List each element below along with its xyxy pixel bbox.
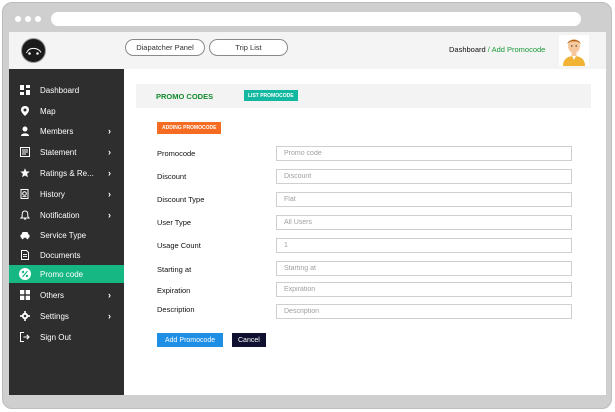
- document-icon: [19, 249, 31, 261]
- percent-icon: [19, 268, 31, 280]
- user-type-label: User Type: [157, 218, 192, 227]
- dashboard-icon: [19, 84, 31, 96]
- cancel-button[interactable]: Cancel: [232, 333, 266, 347]
- sidebar-item-dashboard[interactable]: Dashboard: [9, 81, 124, 99]
- sidebar-item-label: Members: [40, 126, 74, 136]
- page-title: PROMO CODES: [156, 92, 214, 101]
- discount-type-select[interactable]: [276, 192, 572, 207]
- discount-label: Discount: [157, 172, 187, 181]
- discount-type-label: Discount Type: [157, 195, 205, 204]
- description-input[interactable]: [276, 304, 572, 319]
- user-avatar-icon: [559, 35, 589, 66]
- user-icon: [19, 125, 31, 137]
- sidebar-item-label: Promo code: [40, 269, 84, 279]
- window-dot[interactable]: [15, 16, 21, 22]
- car-logo-icon: [26, 47, 42, 55]
- map-pin-icon: [19, 105, 31, 117]
- sidebar-item-label: Ratings & Re...: [40, 168, 94, 178]
- sidebar-item-label: Map: [40, 106, 56, 116]
- sidebar-item-label: Sign Out: [40, 332, 72, 342]
- sidebar-item-promo-code[interactable]: Promo code: [9, 265, 124, 283]
- bell-icon: [19, 209, 31, 221]
- tab-dispatcher-panel[interactable]: Diapatcher Panel: [125, 39, 205, 56]
- chevron-right-icon: ›: [108, 126, 111, 136]
- chevron-right-icon: ›: [108, 210, 111, 220]
- sidebar: Dashboard Map Members › Statement › Rati…: [9, 69, 124, 395]
- gear-icon: [19, 310, 31, 322]
- list-promocode-button[interactable]: LIST PROMOCODE: [244, 90, 298, 101]
- avatar[interactable]: [559, 35, 589, 66]
- promocode-label: Promocode: [157, 149, 196, 158]
- user-type-select[interactable]: [276, 215, 572, 230]
- app-logo[interactable]: [21, 38, 46, 63]
- usage-count-input[interactable]: [276, 238, 572, 253]
- sidebar-item-history[interactable]: History ›: [9, 185, 124, 203]
- description-label: Description: [157, 305, 195, 314]
- sidebar-item-label: Notification: [40, 210, 80, 220]
- browser-frame: Diapatcher Panel Trip List Dashboard / A…: [2, 2, 612, 409]
- breadcrumb-current: Add Promocode: [491, 45, 546, 54]
- chevron-right-icon: ›: [108, 290, 111, 300]
- sidebar-item-label: Statement: [40, 147, 77, 157]
- sidebar-item-documents[interactable]: Documents: [9, 246, 124, 264]
- sidebar-item-label: Dashboard: [40, 85, 80, 95]
- sidebar-item-label: Service Type: [40, 230, 87, 240]
- tab-trip-list[interactable]: Trip List: [209, 39, 288, 56]
- window-dot[interactable]: [25, 16, 31, 22]
- window-dot[interactable]: [35, 16, 41, 22]
- sidebar-item-notification[interactable]: Notification ›: [9, 206, 124, 224]
- grid-icon: [19, 289, 31, 301]
- panel-header: PROMO CODES LIST PROMOCODE: [136, 84, 591, 108]
- chevron-right-icon: ›: [108, 168, 111, 178]
- sidebar-item-members[interactable]: Members ›: [9, 122, 124, 140]
- expiration-label: Expiration: [157, 286, 191, 295]
- sidebar-item-ratings[interactable]: Ratings & Re... ›: [9, 164, 124, 182]
- breadcrumb-separator: /: [487, 45, 490, 54]
- sidebar-item-sign-out[interactable]: Sign Out: [9, 328, 124, 346]
- history-icon: [19, 188, 31, 200]
- sign-out-icon: [19, 331, 31, 343]
- main-content: PROMO CODES LIST PROMOCODE ADDING PROMOC…: [124, 69, 606, 395]
- usage-count-label: Usage Count: [157, 241, 201, 250]
- sidebar-item-label: Settings: [40, 311, 69, 321]
- breadcrumb: Dashboard / Add Promocode: [449, 45, 545, 54]
- address-bar[interactable]: [51, 12, 581, 26]
- breadcrumb-home[interactable]: Dashboard: [449, 45, 486, 54]
- chevron-right-icon: ›: [108, 311, 111, 321]
- sidebar-item-label: Others: [40, 290, 65, 300]
- sidebar-item-statement[interactable]: Statement ›: [9, 143, 124, 161]
- window-controls: [15, 16, 41, 22]
- sidebar-item-service-type[interactable]: Service Type: [9, 226, 124, 244]
- sidebar-item-settings[interactable]: Settings ›: [9, 307, 124, 325]
- app-header: Diapatcher Panel Trip List Dashboard / A…: [9, 32, 606, 69]
- car-icon: [19, 229, 31, 241]
- star-icon: [19, 167, 31, 179]
- statement-icon: [19, 146, 31, 158]
- adding-promocode-badge: ADDING PROMOCODE: [157, 122, 222, 134]
- starting-at-label: Starting at: [157, 265, 192, 274]
- starting-at-input[interactable]: [276, 261, 572, 276]
- sidebar-item-label: Documents: [40, 250, 81, 260]
- sidebar-item-map[interactable]: Map: [9, 102, 124, 120]
- sidebar-item-others[interactable]: Others ›: [9, 286, 124, 304]
- promocode-input[interactable]: [276, 146, 572, 161]
- discount-input[interactable]: [276, 169, 572, 184]
- add-promocode-button[interactable]: Add Promocode: [157, 333, 224, 347]
- expiration-input[interactable]: [276, 282, 572, 297]
- chevron-right-icon: ›: [108, 147, 111, 157]
- chevron-right-icon: ›: [108, 189, 111, 199]
- sidebar-item-label: History: [40, 189, 65, 199]
